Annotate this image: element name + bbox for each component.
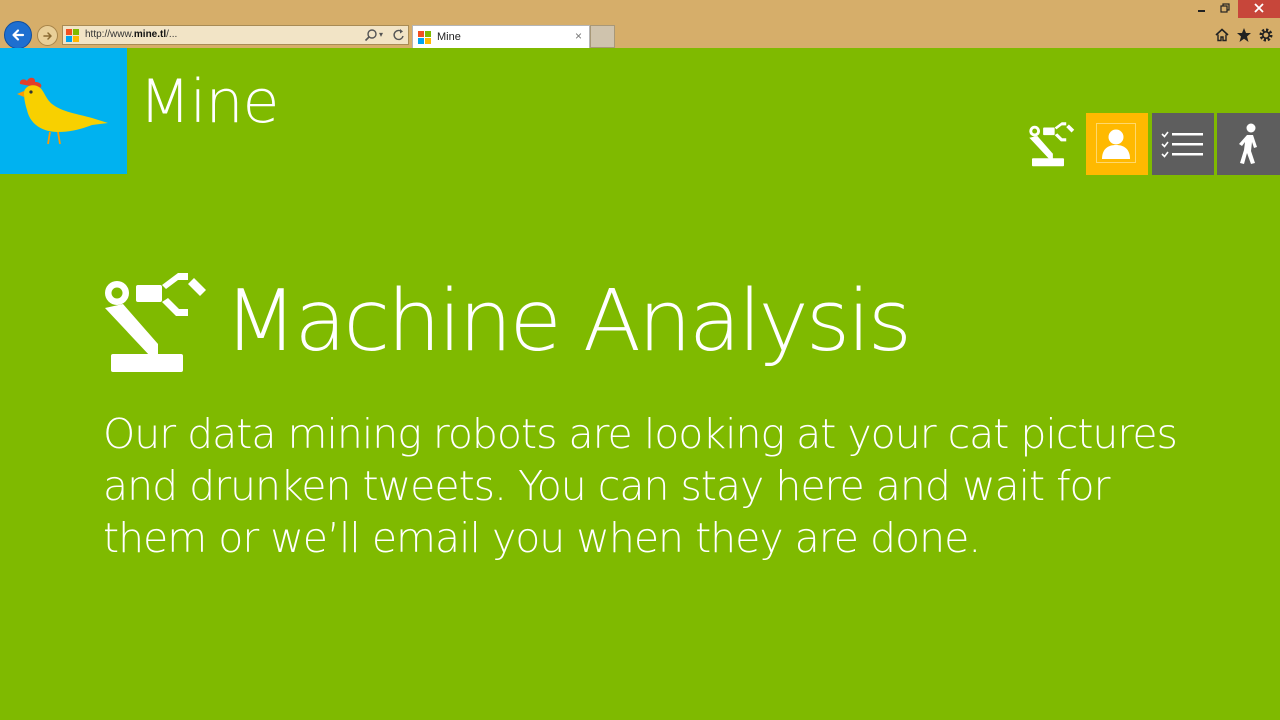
logo-tile[interactable] xyxy=(0,48,127,174)
tab-favicon-icon xyxy=(418,31,431,44)
status-line: Our data mining robots are looking at yo… xyxy=(103,410,1178,458)
address-prefix: http://www. xyxy=(85,29,134,40)
tab-close-icon[interactable]: × xyxy=(575,29,582,43)
bird-logo-icon xyxy=(17,77,108,145)
robot-arm-hero-icon xyxy=(105,273,206,372)
status-message: Our data mining robots are looking at yo… xyxy=(103,408,1203,564)
checklist-icon xyxy=(1161,131,1203,158)
address-domain: mine.tl xyxy=(133,29,167,40)
restore-button[interactable] xyxy=(1214,0,1236,18)
browser-chrome: http://www.mine.tl/... ▾ Mine × xyxy=(0,0,1280,49)
tab-title: Mine xyxy=(437,31,461,43)
site-favicon-icon xyxy=(66,29,79,42)
close-window-button[interactable] xyxy=(1238,0,1280,18)
walking-person-icon xyxy=(1239,123,1257,164)
new-tab-button[interactable] xyxy=(590,25,615,48)
user-icon xyxy=(1102,129,1130,159)
tab-mine[interactable]: Mine × xyxy=(412,25,590,48)
address-url[interactable]: http://www.mine.tl/... xyxy=(85,28,177,42)
status-line: them or we’ll email you when they are do… xyxy=(103,514,981,562)
checklist-tile[interactable] xyxy=(1152,113,1214,175)
user-icon-frame xyxy=(1096,123,1136,163)
address-suffix: /... xyxy=(166,29,178,40)
back-button[interactable] xyxy=(4,21,32,49)
forward-button[interactable] xyxy=(37,25,58,46)
minimize-icon xyxy=(1198,10,1205,12)
close-icon xyxy=(1254,3,1264,13)
address-dropdown-icon[interactable]: ▾ xyxy=(379,28,383,42)
walking-person-tile[interactable] xyxy=(1217,113,1280,175)
search-icon[interactable] xyxy=(364,28,378,42)
page-title: Machine Analysis xyxy=(224,272,912,371)
forward-arrow-icon xyxy=(42,31,52,40)
restore-icon xyxy=(1220,3,1230,13)
robot-arm-icon[interactable] xyxy=(1028,120,1076,168)
address-bar[interactable]: http://www.mine.tl/... ▾ xyxy=(62,25,409,45)
status-line: and drunken tweets. You can stay here an… xyxy=(103,462,1110,510)
app-title: Mine xyxy=(139,67,279,137)
user-profile-tile[interactable] xyxy=(1086,113,1148,175)
refresh-icon[interactable] xyxy=(392,27,406,43)
minimize-button[interactable] xyxy=(1190,0,1212,18)
favorites-star-icon[interactable] xyxy=(1236,27,1252,43)
gear-icon[interactable] xyxy=(1258,27,1274,43)
back-arrow-icon xyxy=(12,29,25,41)
home-icon[interactable] xyxy=(1214,27,1230,43)
